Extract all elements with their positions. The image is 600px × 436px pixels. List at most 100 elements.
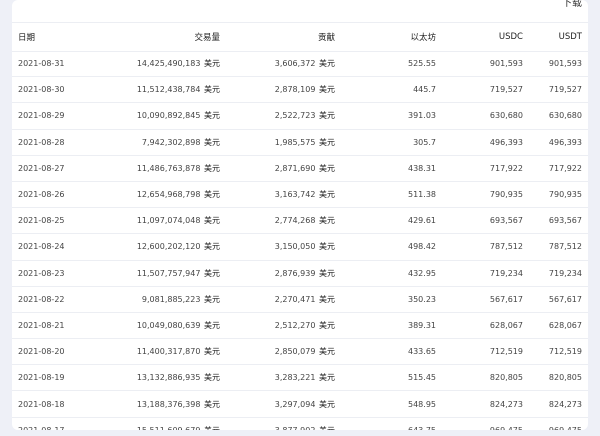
column-header-eth[interactable]: 以太坊 [335, 31, 436, 43]
cell-contribution: 3,163,742 美元 [220, 189, 335, 200]
cell-usdc: 630,680 [489, 111, 523, 121]
cell-usdt: 901,593 [548, 59, 582, 69]
currency-unit: 美元 [204, 163, 220, 173]
currency-unit: 美元 [204, 190, 220, 200]
cell-usdt: 567,617 [548, 294, 582, 304]
cell-usdc: 790,935 [489, 190, 523, 200]
currency-unit: 美元 [204, 137, 220, 147]
currency-unit: 美元 [319, 426, 335, 430]
contribution-value: 3,606,372 [274, 59, 316, 69]
volume-value: 12,654,968,798 [136, 190, 201, 200]
currency-unit: 美元 [204, 216, 220, 226]
contribution-value: 2,270,471 [274, 294, 316, 304]
cell-date: 2021-08-22 [18, 294, 65, 304]
cell-date: 2021-08-28 [18, 137, 65, 147]
currency-unit: 美元 [204, 268, 220, 278]
table-row: 2021-08-1715,511,609,679 美元3,877,902 美元6… [12, 418, 588, 430]
contribution-value: 2,512,270 [274, 320, 316, 330]
cell-volume: 11,400,317,870 美元 [112, 346, 220, 357]
cell-eth: 515.45 [408, 373, 436, 383]
cell-date: 2021-08-20 [18, 347, 65, 357]
cell-volume: 9,081,885,223 美元 [112, 294, 220, 305]
cell-eth: 548.95 [408, 399, 436, 409]
cell-usdt: 820,805 [548, 373, 582, 383]
cell-date: 2021-08-25 [18, 216, 65, 226]
volume-value: 11,512,438,784 [136, 85, 201, 95]
table-row: 2021-08-31 14,425,490,183 美元 3,606,372 美元 5… [12, 51, 588, 78]
cell-usdt: 717,922 [548, 163, 582, 173]
volume-value: 7,942,302,898 [141, 137, 201, 147]
column-header-date[interactable]: 日期 [12, 31, 112, 43]
cell-usdc: 496,393 [489, 137, 523, 147]
contribution-value: 3,283,221 [274, 373, 316, 383]
cell-contribution: 2,850,079 美元 [220, 346, 335, 357]
table-body: 2021-08-31 14,425,490,183 美元 3,606,372 美元 5… [12, 51, 588, 430]
currency-unit: 美元 [319, 216, 335, 226]
volume-value: 11,400,317,870 [136, 347, 201, 357]
table-row: 2021-08-25 11,097,074,048 美元 2,774,268 美元 4… [12, 208, 588, 235]
currency-unit: 美元 [319, 373, 335, 383]
currency-unit: 美元 [204, 111, 220, 121]
currency-unit: 美元 [319, 320, 335, 330]
contribution-value: 1,985,575 [274, 137, 316, 147]
currency-unit: 美元 [204, 320, 220, 330]
currency-unit: 美元 [204, 347, 220, 357]
cell-volume: 11,507,757,947 美元 [112, 268, 220, 279]
cell-contribution: 3,606,372 美元 [220, 58, 335, 69]
table-row: 2021-08-20 11,400,317,870 美元 2,850,079 美元 4… [12, 339, 588, 366]
cell-usdc: 693,567 [489, 216, 523, 226]
table-row: 2021-08-30 11,512,438,784 美元 2,878,109 美元 4… [12, 77, 588, 104]
volume-value: 11,507,757,947 [136, 268, 201, 278]
currency-unit: 美元 [319, 242, 335, 252]
cell-eth: 350.23 [408, 294, 436, 304]
cell-usdt: 712,519 [548, 347, 582, 357]
contribution-value: 3,150,050 [274, 242, 316, 252]
cell-date: 2021-08-23 [18, 268, 65, 278]
cell-volume: 12,600,202,120 美元 [112, 241, 220, 252]
table-row: 2021-08-24 12,600,202,120 美元 3,150,050 美元 4… [12, 234, 588, 261]
cell-volume: 7,942,302,898 美元 [112, 137, 220, 148]
contribution-value: 2,850,079 [274, 347, 316, 357]
cell-volume: 13,188,376,398 美元 [112, 399, 220, 410]
data-table-card: 下载 日期 交易量 贡献 以太坊 USDC USDT 2021-08-31 14,… [12, 0, 588, 430]
column-header-volume[interactable]: 交易量 [112, 31, 220, 43]
column-header-usdt[interactable]: USDT [523, 32, 582, 42]
cell-usdt: 630,680 [548, 111, 582, 121]
cell-date: 2021-08-26 [18, 190, 65, 200]
cell-usdt: 790,935 [548, 190, 582, 200]
download-link[interactable]: 下载 [562, 0, 582, 9]
cell-volume: 13,132,886,935 美元 [112, 372, 220, 383]
cell-eth: 389.31 [408, 320, 436, 330]
table-row: 2021-08-26 12,654,968,798 美元 3,163,742 美元 5… [12, 182, 588, 209]
cell-usdc: 719,527 [489, 85, 523, 95]
column-header-contribution[interactable]: 贡献 [220, 31, 335, 43]
currency-unit: 美元 [204, 59, 220, 69]
cell-usdt: 496,393 [548, 137, 582, 147]
cell-eth: 525.55 [408, 59, 436, 69]
cell-volume: 11,097,074,048 美元 [112, 215, 220, 226]
cell-usdc: 717,922 [489, 163, 523, 173]
cell-eth: 445.7 [413, 85, 436, 95]
cell-contribution: 3,297,094 美元 [220, 399, 335, 410]
table-row: 2021-08-28 7,942,302,898 美元 1,985,575 美元 30… [12, 130, 588, 156]
cell-usdc: 820,805 [489, 373, 523, 383]
cell-eth: 305.7 [413, 137, 436, 147]
volume-value: 12,600,202,120 [136, 242, 201, 252]
currency-unit: 美元 [319, 268, 335, 278]
currency-unit: 美元 [319, 294, 335, 304]
cell-date: 2021-08-17 [12, 426, 112, 430]
cell-eth: 432.95 [408, 268, 436, 278]
contribution-value: 3,877,902 [275, 426, 316, 430]
cell-usdt: 824,273 [548, 399, 582, 409]
contribution-value: 3,297,094 [274, 399, 316, 409]
currency-unit: 美元 [319, 190, 335, 200]
cell-volume: 11,512,438,784 美元 [112, 84, 220, 95]
cell-volume: 12,654,968,798 美元 [112, 189, 220, 200]
cell-contribution: 2,871,690 美元 [220, 163, 335, 174]
currency-unit: 美元 [319, 111, 335, 121]
column-header-usdc[interactable]: USDC [436, 32, 523, 42]
volume-value: 13,132,886,935 [136, 373, 201, 383]
cell-usdc: 567,617 [489, 294, 523, 304]
cell-volume: 14,425,490,183 美元 [112, 58, 220, 69]
cell-volume: 11,486,763,878 美元 [112, 163, 220, 174]
